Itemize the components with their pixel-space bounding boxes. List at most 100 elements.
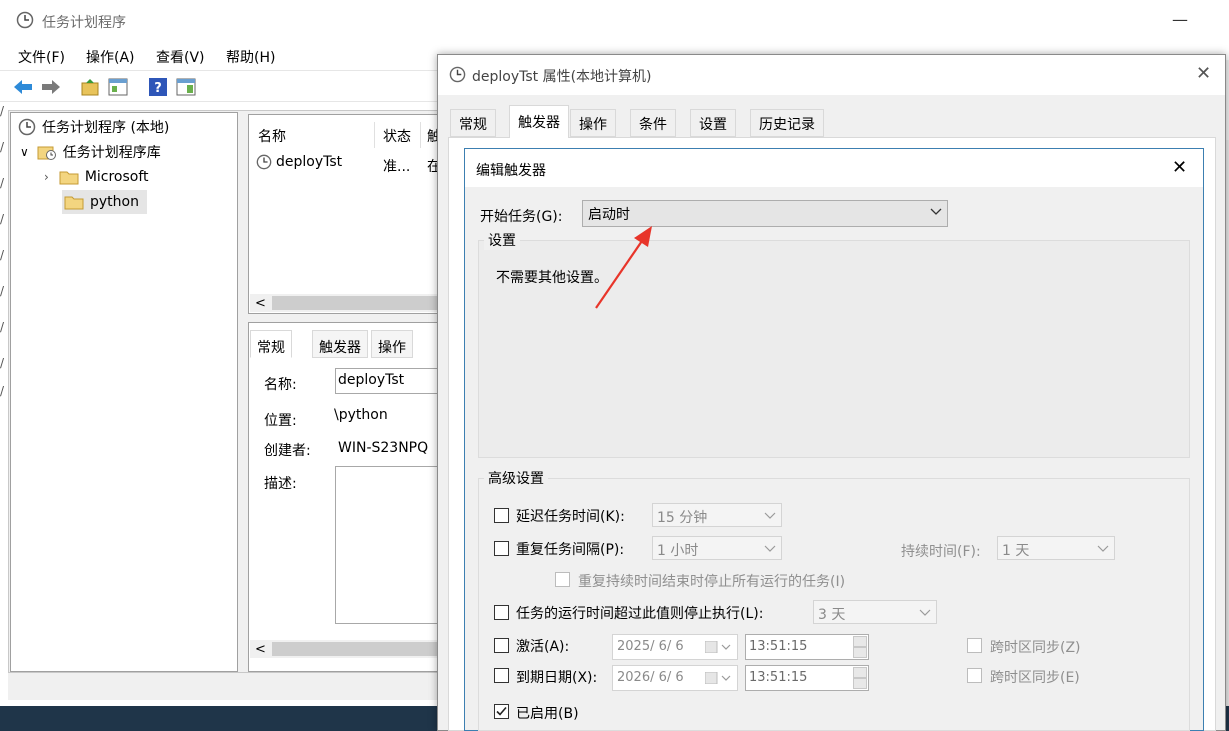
- expire-sync-checkbox[interactable]: [967, 668, 982, 683]
- tab-triggers[interactable]: 触发器: [312, 330, 368, 358]
- edge-fragment: /: [0, 248, 5, 262]
- edge-fragment: /: [0, 384, 5, 398]
- delay-value: 15 分钟: [657, 510, 708, 526]
- expire-label: 到期日期(X):: [516, 670, 598, 686]
- menu-help[interactable]: 帮助(H): [226, 47, 275, 67]
- spin-down-icon[interactable]: [853, 678, 867, 689]
- checkmark-icon: [496, 706, 507, 716]
- up-folder-icon[interactable]: [80, 77, 100, 97]
- row-name: deployTst: [276, 154, 343, 170]
- column-header-name[interactable]: 名称: [258, 126, 286, 146]
- delay-checkbox[interactable]: [494, 508, 509, 523]
- name-label: 名称:: [264, 377, 297, 393]
- stop-all-checkbox[interactable]: [555, 572, 570, 587]
- tab-actions[interactable]: 操作: [371, 330, 413, 358]
- folder-icon: [64, 194, 84, 210]
- calendar-icon: [705, 641, 733, 653]
- activate-date-picker[interactable]: 2025/ 6/ 6: [612, 634, 738, 660]
- tree-item-microsoft[interactable]: › Microsoft: [44, 166, 149, 188]
- edge-fragment: /: [0, 140, 5, 154]
- tree-item-python[interactable]: python: [64, 191, 139, 213]
- close-icon[interactable]: ✕: [1196, 63, 1211, 84]
- description-field[interactable]: [335, 466, 440, 624]
- tree-item-library[interactable]: ∨ 任务计划程序库: [20, 141, 161, 163]
- clock-icon: [256, 154, 272, 170]
- help-icon[interactable]: ?: [148, 77, 168, 97]
- enabled-checkbox[interactable]: [494, 704, 509, 719]
- chevron-down-icon[interactable]: ∨: [20, 145, 29, 159]
- show-action-pane-icon[interactable]: [176, 77, 196, 97]
- location-value: \python: [334, 407, 388, 423]
- calendar-icon: [705, 672, 733, 684]
- stop-all-label: 重复持续时间结束时停止所有运行的任务(I): [578, 574, 846, 590]
- svg-text:?: ?: [154, 81, 162, 96]
- tree-item-root[interactable]: 任务计划程序 (本地): [18, 116, 169, 138]
- properties-title: deployTst 属性(本地计算机): [472, 69, 652, 85]
- stop-if-longer-label: 任务的运行时间超过此值则停止执行(L):: [516, 606, 764, 622]
- expire-time-spinner[interactable]: 13:51:15: [745, 665, 869, 691]
- spin-up-icon[interactable]: [853, 667, 867, 678]
- tab-triggers[interactable]: 触发器: [509, 105, 569, 138]
- close-icon[interactable]: ✕: [1172, 157, 1187, 178]
- tab-general[interactable]: 常规: [450, 109, 496, 137]
- menu-bar: 文件(F) 操作(A) 查看(V) 帮助(H): [0, 42, 440, 68]
- enabled-label: 已启用(B): [516, 706, 579, 722]
- forward-arrow-icon[interactable]: [40, 77, 60, 97]
- scrollbar-thumb[interactable]: [272, 296, 440, 310]
- duration-label: 持续时间(F):: [901, 544, 981, 560]
- clock-icon: [16, 11, 34, 29]
- activate-label: 激活(A):: [516, 639, 570, 655]
- spin-up-icon[interactable]: [853, 636, 867, 647]
- stop-if-longer-checkbox[interactable]: [494, 605, 509, 620]
- advanced-settings-legend: 高级设置: [484, 468, 548, 488]
- back-arrow-icon[interactable]: [12, 77, 32, 97]
- duration-select[interactable]: 1 天: [997, 536, 1115, 560]
- toolbar: ?: [0, 70, 440, 102]
- scrollbar-thumb[interactable]: [272, 642, 440, 656]
- show-hide-console-icon[interactable]: [108, 77, 128, 97]
- column-separator: [420, 122, 421, 148]
- table-row[interactable]: deployTst: [256, 154, 342, 170]
- scroll-left-arrow-icon[interactable]: <: [255, 642, 266, 657]
- spin-down-icon[interactable]: [853, 647, 867, 658]
- annotation-arrow-icon: [595, 226, 652, 309]
- repeat-value: 1 小时: [657, 543, 699, 559]
- edge-fragment: /: [0, 212, 5, 226]
- folder-clock-icon: [37, 143, 57, 161]
- location-label: 位置:: [264, 413, 297, 429]
- repeat-checkbox[interactable]: [494, 541, 509, 556]
- minimize-button[interactable]: —: [1172, 10, 1188, 29]
- tree-item-label: python: [90, 194, 139, 210]
- clock-icon: [449, 66, 466, 83]
- repeat-select[interactable]: 1 小时: [652, 536, 782, 560]
- tab-actions[interactable]: 操作: [570, 109, 616, 137]
- edge-fragment: /: [0, 320, 5, 334]
- column-header-status[interactable]: 状态: [383, 126, 411, 146]
- tab-history[interactable]: 历史记录: [750, 109, 824, 137]
- column-separator: [374, 122, 375, 148]
- tab-conditions[interactable]: 条件: [630, 109, 676, 137]
- expire-time-value: 13:51:15: [749, 670, 808, 685]
- description-label: 描述:: [264, 476, 297, 492]
- tab-general[interactable]: 常规: [250, 330, 292, 358]
- edge-fragment: /: [0, 176, 5, 190]
- stop-if-longer-select[interactable]: 3 天: [813, 600, 937, 624]
- activate-sync-checkbox[interactable]: [967, 638, 982, 653]
- expire-checkbox[interactable]: [494, 668, 509, 683]
- edge-fragment: /: [0, 356, 5, 370]
- activate-time-spinner[interactable]: 13:51:15: [745, 634, 869, 660]
- chevron-down-icon: [1097, 543, 1109, 553]
- menu-view[interactable]: 查看(V): [156, 47, 205, 67]
- menu-action[interactable]: 操作(A): [86, 47, 135, 67]
- tab-settings[interactable]: 设置: [690, 109, 736, 137]
- duration-value: 1 天: [1002, 543, 1030, 559]
- chevron-down-icon[interactable]: [930, 206, 942, 216]
- chevron-right-icon[interactable]: ›: [44, 170, 49, 184]
- scroll-left-arrow-icon[interactable]: <: [255, 296, 266, 311]
- activate-checkbox[interactable]: [494, 638, 509, 653]
- chevron-down-icon: [919, 607, 931, 617]
- delay-select[interactable]: 15 分钟: [652, 503, 782, 527]
- menu-file[interactable]: 文件(F): [18, 47, 65, 67]
- expire-date-picker[interactable]: 2026/ 6/ 6: [612, 665, 738, 691]
- stop-if-longer-value: 3 天: [818, 607, 846, 623]
